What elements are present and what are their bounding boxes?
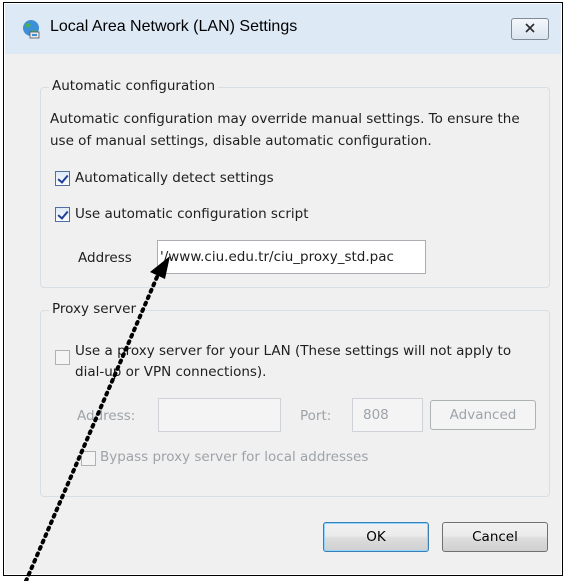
annotation-arrow bbox=[24, 256, 170, 581]
